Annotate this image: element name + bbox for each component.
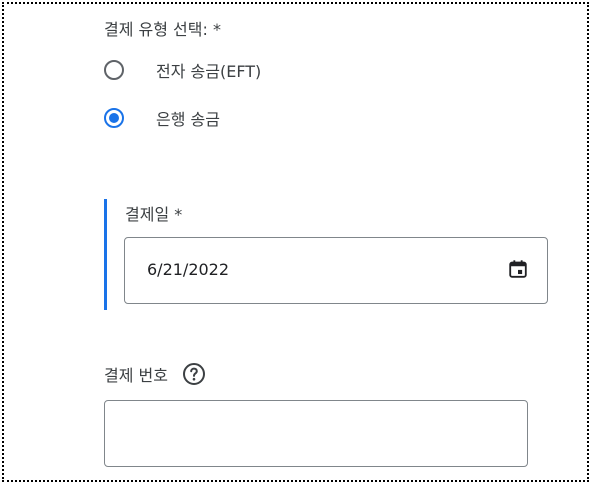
payment-date-label: 결제일 * bbox=[125, 205, 183, 224]
payment-date-input[interactable]: 6/21/2022 bbox=[124, 237, 548, 304]
radio-option-eft[interactable]: 전자 송금(EFT) bbox=[104, 58, 261, 82]
payment-number-input[interactable] bbox=[104, 400, 528, 467]
radio-option-bank-transfer-label: 은행 송금 bbox=[156, 110, 220, 129]
payment-date-value: 6/21/2022 bbox=[147, 260, 230, 279]
calendar-icon[interactable] bbox=[507, 258, 529, 280]
payment-number-label: 결제 번호 bbox=[104, 366, 168, 385]
focus-indicator-bar bbox=[104, 199, 107, 310]
radio-option-bank-transfer[interactable]: 은행 송금 bbox=[104, 106, 220, 130]
payment-type-label: 결제 유형 선택: * bbox=[104, 20, 221, 39]
help-icon[interactable] bbox=[182, 362, 206, 386]
radio-option-eft-label: 전자 송금(EFT) bbox=[156, 62, 262, 81]
radio-button-eft[interactable] bbox=[104, 60, 124, 80]
payment-number-label-row: 결제 번호 bbox=[104, 362, 206, 386]
payment-date-group: 결제일 * 6/21/2022 bbox=[104, 199, 564, 310]
radio-button-bank-transfer[interactable] bbox=[104, 108, 124, 128]
